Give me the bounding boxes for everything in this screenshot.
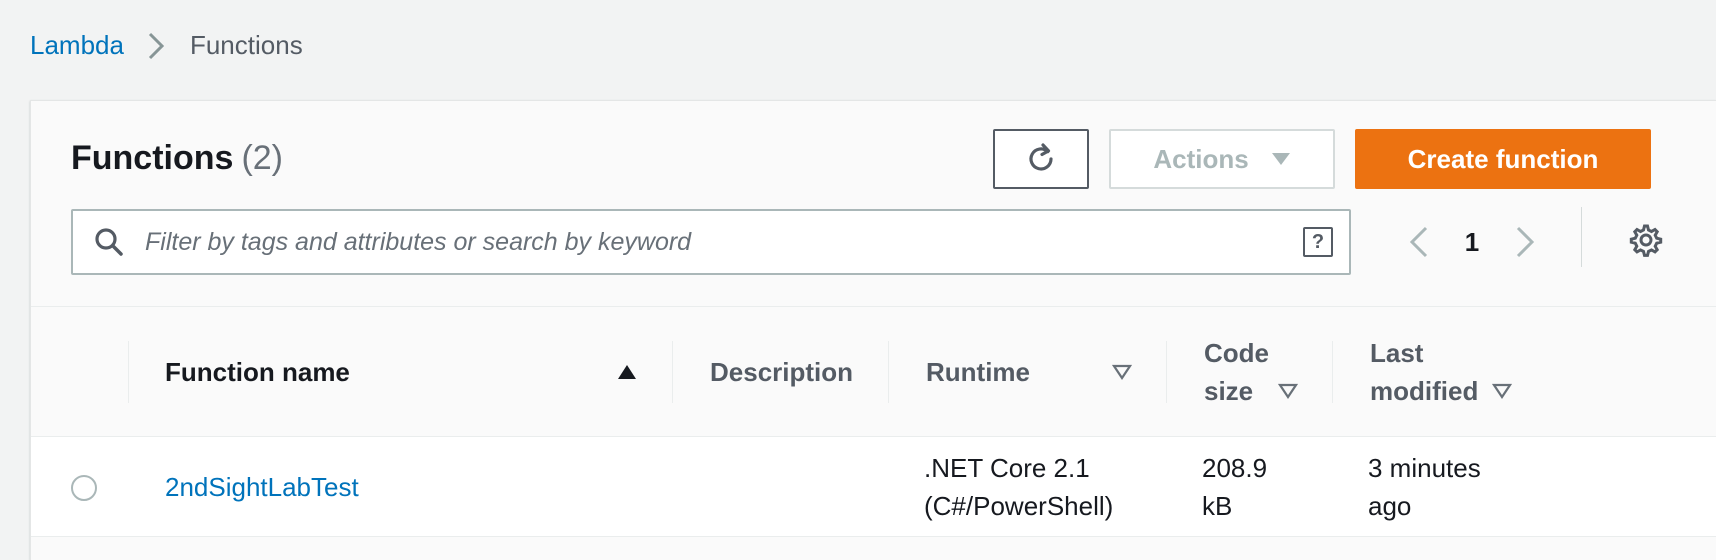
column-separator <box>888 341 889 403</box>
sort-descending-icon <box>1492 383 1512 399</box>
pager-divider <box>1581 207 1582 267</box>
pagination: 1 <box>1397 209 1547 275</box>
row-select-radio[interactable] <box>71 475 97 501</box>
column-label-line: size <box>1204 376 1254 406</box>
caret-down-icon <box>1271 152 1291 166</box>
search-help-button[interactable]: ? <box>1287 211 1349 273</box>
column-label: Function name <box>165 357 350 387</box>
code-size-line: kB <box>1202 491 1233 521</box>
actions-label: Actions <box>1153 143 1249 174</box>
page-title: Functions (2) <box>71 139 283 178</box>
column-separator <box>1166 341 1167 403</box>
search-input[interactable] <box>145 211 1287 273</box>
runtime-line: (C#/PowerShell) <box>924 491 1114 521</box>
refresh-icon <box>1024 142 1058 176</box>
column-separator <box>128 341 129 403</box>
column-label: Last modified <box>1370 334 1478 410</box>
cell-runtime: .NET Core 2.1 (C#/PowerShell) <box>924 437 1113 537</box>
column-header-runtime[interactable]: Runtime <box>926 307 1166 437</box>
chevron-left-icon[interactable] <box>1397 225 1441 259</box>
actions-dropdown-button[interactable]: Actions <box>1109 129 1335 189</box>
column-label-line: modified <box>1370 376 1479 406</box>
runtime-line: .NET Core 2.1 <box>924 453 1090 483</box>
search-box: ? <box>71 209 1351 275</box>
column-label: Description <box>710 357 854 387</box>
column-header-code-size[interactable]: Code size <box>1204 307 1324 437</box>
function-count: (2) <box>241 139 283 177</box>
functions-panel: Functions (2) Actions Create function Fi… <box>30 100 1716 560</box>
help-icon: ? <box>1303 227 1333 257</box>
column-header-function-name[interactable]: Function name <box>165 307 645 437</box>
cell-function-name: 2ndSightLabTest <box>165 437 359 537</box>
chevron-right-icon[interactable] <box>1503 225 1547 259</box>
create-function-button[interactable]: Create function <box>1355 129 1651 189</box>
breadcrumb-current: Functions <box>189 30 303 60</box>
panel-header: Functions (2) Actions Create function Fi… <box>31 101 1716 307</box>
gear-icon[interactable] <box>1629 223 1663 262</box>
column-separator <box>1332 341 1333 403</box>
column-label-line: Code <box>1204 338 1269 368</box>
sort-descending-icon <box>1112 364 1132 380</box>
breadcrumb-lambda-link[interactable]: Lambda <box>30 30 124 61</box>
sort-descending-icon <box>1278 383 1298 399</box>
last-modified-line: 3 minutes <box>1368 453 1481 483</box>
search-icon <box>73 227 145 257</box>
function-name-link[interactable]: 2ndSightLabTest <box>165 468 359 506</box>
breadcrumb: Lambda Functions <box>30 30 303 61</box>
last-modified-line: ago <box>1368 491 1412 521</box>
column-separator <box>672 341 673 403</box>
column-label: Code size <box>1204 334 1269 410</box>
chevron-right-icon <box>148 32 164 60</box>
page-number[interactable]: 1 <box>1441 227 1503 258</box>
column-header-last-modified[interactable]: Last modified <box>1370 307 1530 437</box>
column-label: Runtime <box>926 357 1030 387</box>
column-label-line: Last <box>1370 338 1424 368</box>
table-row[interactable]: 2ndSightLabTest .NET Core 2.1 (C#/PowerS… <box>31 437 1716 537</box>
column-header-description[interactable]: Description <box>710 307 890 437</box>
sort-ascending-icon <box>617 364 637 380</box>
cell-code-size: 208.9 kB <box>1202 437 1267 537</box>
table-header: Function name Description Runtime Code s… <box>31 307 1716 437</box>
code-size-line: 208.9 <box>1202 453 1268 483</box>
cell-last-modified: 3 minutes ago <box>1368 437 1481 537</box>
refresh-button[interactable] <box>993 129 1089 189</box>
title-text: Functions <box>71 139 234 177</box>
